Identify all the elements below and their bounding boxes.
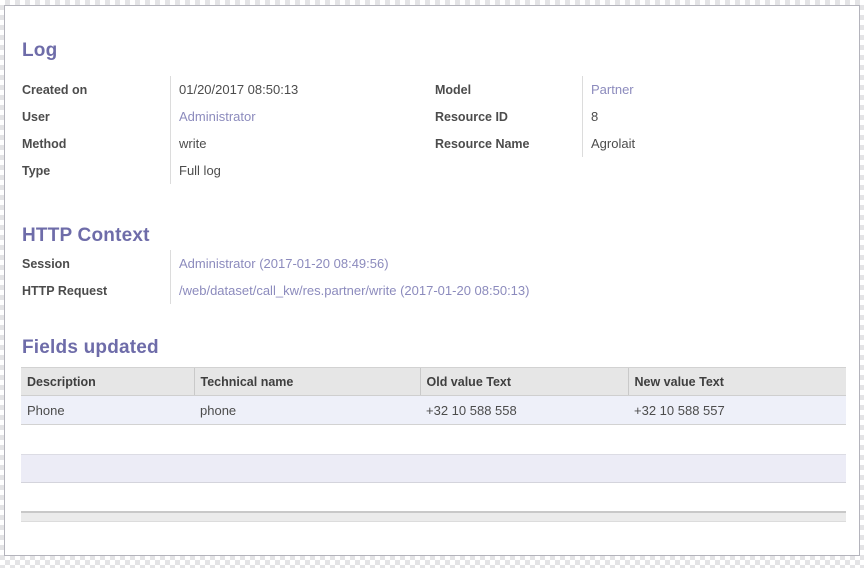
section-title-http-context: HTTP Context	[22, 225, 150, 247]
cell-old-value: +32 10 588 558	[420, 396, 628, 425]
field-label: Session	[22, 250, 170, 277]
log-fields-left-column: Created on 01/20/2017 08:50:13 User Admi…	[22, 76, 424, 184]
field-label: Model	[435, 76, 582, 103]
log-fields-right-column: Model Partner Resource ID 8 Resource Nam…	[435, 76, 843, 157]
field-label: Created on	[22, 76, 170, 103]
cell-technical-name: phone	[194, 396, 420, 425]
field-label: Resource ID	[435, 103, 582, 130]
field-row-http-request: HTTP Request /web/dataset/call_kw/res.pa…	[22, 277, 722, 304]
field-row-session: Session Administrator (2017-01-20 08:49:…	[22, 250, 722, 277]
resource-id-value: 8	[591, 109, 598, 124]
http-request-link[interactable]: /web/dataset/call_kw/res.partner/write (…	[179, 283, 529, 298]
type-value: Full log	[179, 163, 221, 178]
resource-name-value: Agrolait	[591, 136, 635, 151]
method-value: write	[179, 136, 206, 151]
field-label: Resource Name	[435, 130, 582, 157]
field-label: User	[22, 103, 170, 130]
created-on-value: 01/20/2017 08:50:13	[179, 82, 298, 97]
http-context-fields: Session Administrator (2017-01-20 08:49:…	[22, 250, 722, 304]
field-row-resource-id: Resource ID 8	[435, 103, 843, 130]
column-header-old-value[interactable]: Old value Text	[420, 368, 628, 396]
session-link[interactable]: Administrator (2017-01-20 08:49:56)	[179, 256, 389, 271]
column-header-description[interactable]: Description	[21, 368, 194, 396]
field-row-user: User Administrator	[22, 103, 424, 130]
field-label: Type	[22, 157, 170, 184]
field-label: Method	[22, 130, 170, 157]
cell-new-value: +32 10 588 557	[628, 396, 846, 425]
section-title-log: Log	[22, 40, 57, 62]
field-label: HTTP Request	[22, 277, 170, 304]
page-background: { "log": { "title": "Log", "fields_left"…	[0, 0, 864, 568]
field-row-type: Type Full log	[22, 157, 424, 184]
field-row-created-on: Created on 01/20/2017 08:50:13	[22, 76, 424, 103]
user-link[interactable]: Administrator	[179, 109, 256, 124]
empty-list-row	[21, 454, 846, 483]
model-link[interactable]: Partner	[591, 82, 634, 97]
field-row-model: Model Partner	[435, 76, 843, 103]
table-header-row: Description Technical name Old value Tex…	[21, 368, 846, 396]
column-header-technical-name[interactable]: Technical name	[194, 368, 420, 396]
cell-description: Phone	[21, 396, 194, 425]
section-title-fields-updated: Fields updated	[22, 337, 159, 359]
fields-updated-table: Description Technical name Old value Tex…	[21, 367, 846, 425]
field-row-resource-name: Resource Name Agrolait	[435, 130, 843, 157]
field-row-method: Method write	[22, 130, 424, 157]
column-header-new-value[interactable]: New value Text	[628, 368, 846, 396]
log-detail-panel: Log Created on 01/20/2017 08:50:13 User …	[4, 5, 860, 556]
table-row[interactable]: Phone phone +32 10 588 558 +32 10 588 55…	[21, 396, 846, 425]
horizontal-scrollbar[interactable]	[21, 511, 846, 522]
